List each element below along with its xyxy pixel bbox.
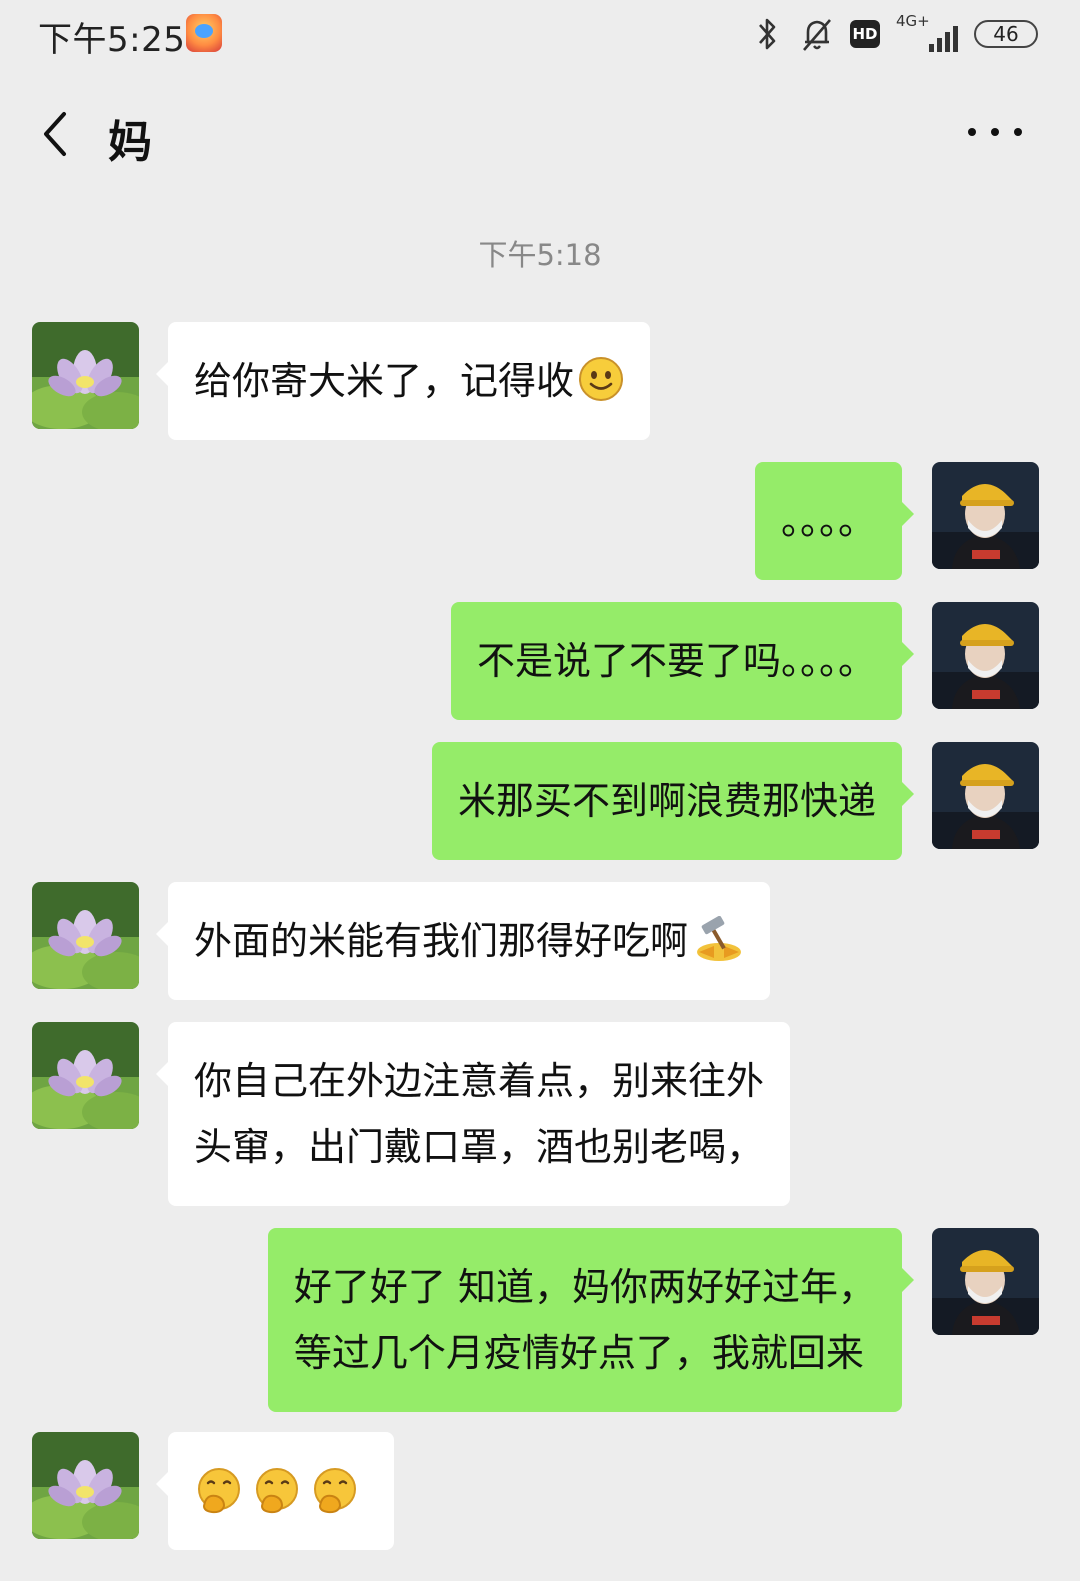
more-dots-icon[interactable]: [968, 112, 1022, 152]
message-bubble-sent[interactable]: 米那买不到啊浪费那快递: [431, 742, 915, 860]
avatar-me[interactable]: [932, 462, 1039, 569]
message-bubble-sent[interactable]: 。。。。: [754, 462, 915, 580]
battery-icon: 46: [974, 20, 1038, 48]
hammer-emoji-icon: [697, 916, 742, 961]
bell-off-icon: [803, 19, 831, 51]
message-text: 外面的米能有我们那得好吃啊: [194, 908, 744, 974]
chevron-left-icon[interactable]: [34, 106, 78, 162]
bluetooth-icon: [759, 18, 776, 50]
smile-emoji-icon: [579, 357, 624, 401]
battery-level: 46: [993, 22, 1019, 46]
avatar-me[interactable]: [932, 602, 1039, 709]
message-timestamp: 下午5:18: [478, 238, 602, 272]
message-text-line: 你自己在外边注意着点，别来往外: [194, 1059, 765, 1103]
avatar-mom[interactable]: [32, 1022, 139, 1129]
message-text: 。。。。: [780, 499, 876, 543]
status-bar: 下午5:25 HD 4G+ 46: [0, 0, 1080, 70]
message-bubble-sent[interactable]: 不是说了不要了吗。。。。: [450, 602, 915, 720]
message-text: 不是说了不要了吗。。。。: [476, 639, 876, 683]
avatar-mom[interactable]: [32, 322, 139, 429]
app-notification-icon: [186, 14, 222, 52]
avatar-me[interactable]: [932, 1228, 1039, 1335]
hd-badge: HD: [850, 20, 880, 48]
hand-over-mouth-emoji-icon: [198, 1468, 240, 1514]
avatar-mom[interactable]: [32, 1432, 139, 1539]
status-icons: HD 4G+ 46: [750, 12, 1038, 56]
emoji-row: [194, 1458, 368, 1524]
chat-title: 妈: [108, 117, 152, 168]
network-type-label: 4G+: [896, 12, 930, 30]
message-text: 给你寄大米了，记得收: [194, 348, 624, 414]
message-bubble-received[interactable]: 给你寄大米了，记得收: [155, 322, 651, 440]
message-text: 米那买不到啊浪费那快递: [457, 779, 876, 823]
chat-header: 妈: [0, 90, 1080, 180]
avatar-me[interactable]: [932, 742, 1039, 849]
message-text-line: 好了好了 知道，妈你两好好过年，: [293, 1265, 876, 1309]
message-bubble-received[interactable]: 你自己在外边注意着点，别来往外 头窜，出门戴口罩，酒也别老喝，: [155, 1022, 791, 1206]
status-time: 下午5:25: [38, 20, 186, 60]
message-text-line: 头窜，出门戴口罩，酒也别老喝，: [194, 1125, 765, 1169]
message-text-line: 等过几个月疫情好点了，我就回来: [293, 1331, 864, 1375]
message-bubble-received[interactable]: [156, 1432, 394, 1550]
message-bubble-received[interactable]: 外面的米能有我们那得好吃啊: [155, 882, 771, 1000]
hand-over-mouth-emoji-icon: [256, 1468, 298, 1514]
hand-over-mouth-emoji-icon: [314, 1468, 356, 1514]
message-bubble-sent[interactable]: 好了好了 知道，妈你两好好过年， 等过几个月疫情好点了，我就回来: [267, 1228, 915, 1412]
avatar-mom[interactable]: [32, 882, 139, 989]
signal-icon: 4G+: [896, 12, 958, 54]
